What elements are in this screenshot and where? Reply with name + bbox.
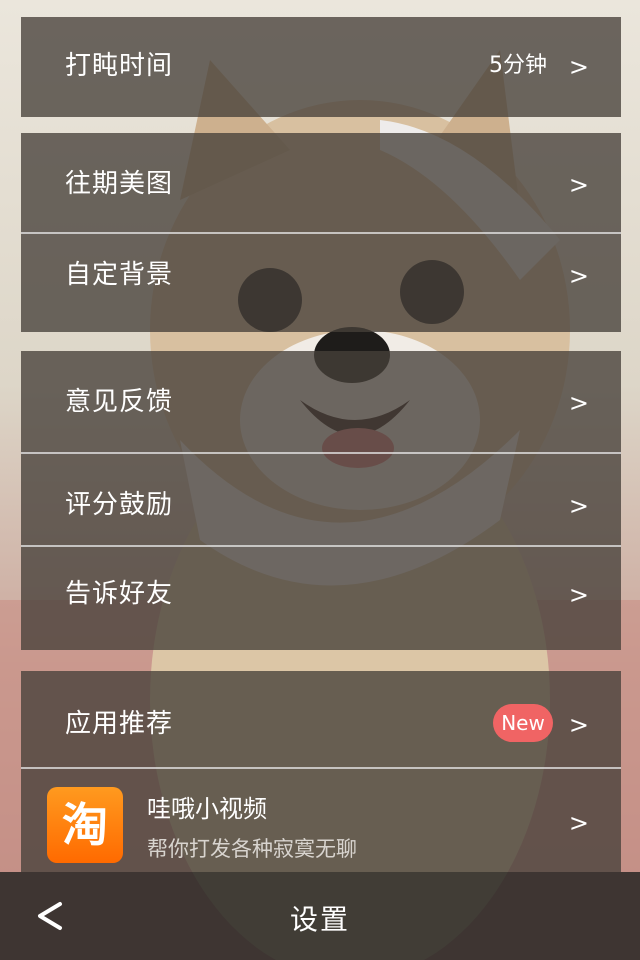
nap-time-value: 5分钟 <box>489 53 547 78</box>
app-promo-title: 哇哦小视频 <box>147 795 267 823</box>
chevron-right-icon: > <box>568 53 589 81</box>
chevron-right-icon: > <box>568 581 589 609</box>
recommend-label: 应用推荐 <box>65 709 174 739</box>
recommend-row[interactable]: 应用推荐 New > <box>21 671 621 769</box>
settings-group-apps: 应用推荐 New > 淘 哇哦小视频 帮你打发各种寂寞无聊 > <box>21 671 621 872</box>
settings-group-nap: 打盹时间 5分钟 > <box>21 17 621 117</box>
custom-background-row[interactable]: 自定背景 > <box>21 234 621 332</box>
gallery-row[interactable]: 往期美图 > <box>21 133 621 234</box>
settings-group-images: 往期美图 > 自定背景 > <box>21 133 621 332</box>
chevron-right-icon: > <box>568 711 589 739</box>
chevron-right-icon: > <box>568 171 589 199</box>
share-row[interactable]: 告诉好友 > <box>21 547 621 650</box>
bottom-navbar: 设置 <box>0 872 640 960</box>
nap-time-label: 打盹时间 <box>65 51 174 81</box>
feedback-label: 意见反馈 <box>65 387 174 417</box>
page-title: 设置 <box>289 903 350 936</box>
new-badge: New <box>493 704 553 742</box>
share-label: 告诉好友 <box>65 579 174 609</box>
gallery-label: 往期美图 <box>65 169 174 199</box>
taobao-app-icon: 淘 <box>47 787 123 863</box>
settings-group-feedback: 意见反馈 > 评分鼓励 > 告诉好友 > <box>21 351 621 650</box>
rate-row[interactable]: 评分鼓励 > <box>21 454 621 547</box>
nap-time-row[interactable]: 打盹时间 5分钟 > <box>21 17 621 117</box>
chevron-right-icon: > <box>568 809 589 837</box>
custom-background-label: 自定背景 <box>65 260 174 290</box>
chevron-right-icon: > <box>568 492 589 520</box>
chevron-right-icon: > <box>568 262 589 290</box>
feedback-row[interactable]: 意见反馈 > <box>21 351 621 454</box>
rate-label: 评分鼓励 <box>65 490 174 520</box>
app-promo-row[interactable]: 淘 哇哦小视频 帮你打发各种寂寞无聊 > <box>21 769 621 872</box>
chevron-right-icon: > <box>568 389 589 417</box>
app-promo-subtitle: 帮你打发各种寂寞无聊 <box>147 837 357 861</box>
